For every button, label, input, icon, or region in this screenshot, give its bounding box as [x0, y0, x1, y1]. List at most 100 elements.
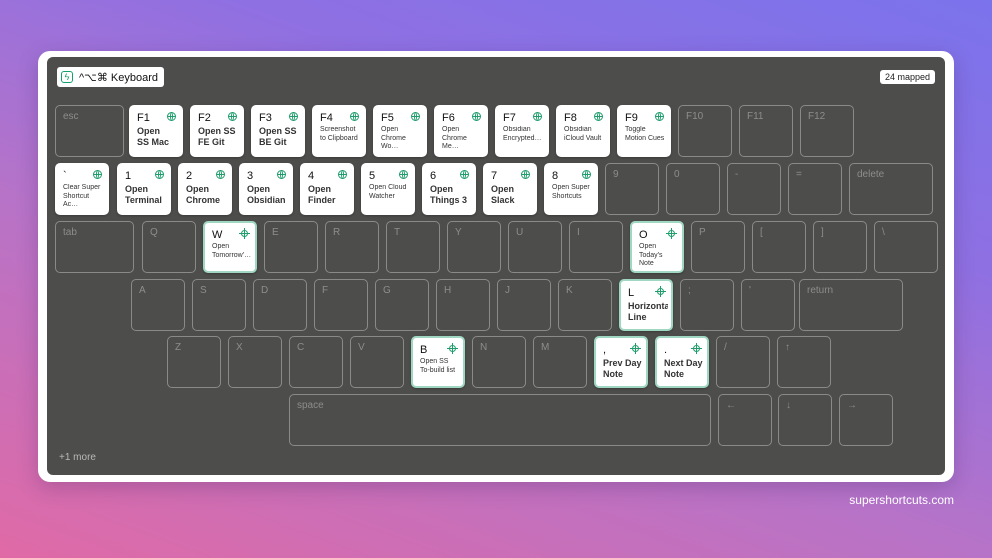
key-2[interactable]: 2 Open Chrome: [178, 163, 232, 215]
key-r[interactable]: R: [325, 221, 379, 273]
key-j[interactable]: J: [497, 279, 551, 331]
key-x[interactable]: X: [228, 336, 282, 388]
keyboard-title: ϟ ^⌥⌘ Keyboard: [57, 67, 164, 87]
key-label: -: [735, 169, 739, 180]
key-label: Y: [455, 227, 462, 238]
key-left-bracket[interactable]: [: [752, 221, 806, 273]
key-3[interactable]: 3 Open Obsidian: [239, 163, 293, 215]
key-label: M: [541, 342, 550, 353]
key-label: F: [322, 285, 329, 296]
key-period[interactable]: . Next Day Note: [655, 336, 709, 388]
key-y[interactable]: Y: [447, 221, 501, 273]
key-f5[interactable]: F5 Open Chrome Wo…: [373, 105, 427, 157]
key-return[interactable]: return: [799, 279, 903, 331]
key-action-label: Open Chrome: [186, 184, 221, 205]
key-backslash[interactable]: \: [874, 221, 938, 273]
key-k[interactable]: K: [558, 279, 612, 331]
key-slash[interactable]: /: [716, 336, 770, 388]
key-label: K: [566, 285, 573, 296]
key-z[interactable]: Z: [167, 336, 221, 388]
key-0[interactable]: 0: [666, 163, 720, 215]
key-action-label: Obsidian Encrypted…: [503, 126, 542, 142]
key-h[interactable]: H: [436, 279, 490, 331]
globe-icon: [155, 170, 164, 179]
key-action-label: Horizontal Line: [628, 301, 668, 322]
key-f6[interactable]: F6 Open Chrome Me…: [434, 105, 488, 157]
key-f2[interactable]: F2 Open SS FE Git: [190, 105, 244, 157]
key-esc[interactable]: esc: [55, 105, 124, 157]
key-f11[interactable]: F11: [739, 105, 793, 157]
key-label: T: [394, 227, 401, 238]
key-label: F8: [564, 112, 577, 124]
key-8[interactable]: 8 Open Super Shortcuts: [544, 163, 598, 215]
key-f12[interactable]: F12: [800, 105, 854, 157]
key-label: 8: [552, 170, 559, 182]
globe-icon: [594, 112, 603, 121]
key-label: 9: [613, 169, 619, 180]
key-semicolon[interactable]: ;: [680, 279, 734, 331]
key-label: 2: [186, 170, 193, 182]
key-label: 3: [247, 170, 254, 182]
key-p[interactable]: P: [691, 221, 745, 273]
key-label: F7: [503, 112, 516, 124]
key-1[interactable]: 1 Open Terminal: [117, 163, 171, 215]
key-t[interactable]: T: [386, 221, 440, 273]
key-minus[interactable]: -: [727, 163, 781, 215]
key-arrow-left[interactable]: ←: [718, 394, 772, 446]
key-tab[interactable]: tab: [55, 221, 134, 273]
key-delete[interactable]: delete: [849, 163, 933, 215]
key-f[interactable]: F: [314, 279, 368, 331]
globe-icon: [350, 112, 359, 121]
key-f10[interactable]: F10: [678, 105, 732, 157]
globe-icon: [655, 112, 664, 121]
key-u[interactable]: U: [508, 221, 562, 273]
key-6[interactable]: 6 Open Things 3: [422, 163, 476, 215]
key-c[interactable]: C: [289, 336, 343, 388]
key-e[interactable]: E: [264, 221, 318, 273]
key-label: E: [272, 227, 279, 238]
key-g[interactable]: G: [375, 279, 429, 331]
key-f8[interactable]: F8 Obsidian iCloud Vault: [556, 105, 610, 157]
key-quote[interactable]: ': [741, 279, 795, 331]
key-w[interactable]: W Open Tomorrow'…: [203, 221, 257, 273]
key-l[interactable]: L Horizontal Line: [619, 279, 673, 331]
globe-icon: [411, 112, 420, 121]
key-q[interactable]: Q: [142, 221, 196, 273]
key-arrow-up[interactable]: ↑: [777, 336, 831, 388]
key-label: X: [236, 342, 243, 353]
more-link[interactable]: +1 more: [59, 452, 96, 463]
key-comma[interactable]: , Prev Day Note: [594, 336, 648, 388]
key-9[interactable]: 9: [605, 163, 659, 215]
key-s[interactable]: S: [192, 279, 246, 331]
globe-icon: [167, 112, 176, 121]
key-v[interactable]: V: [350, 336, 404, 388]
key-space[interactable]: space: [289, 394, 711, 446]
key-m[interactable]: M: [533, 336, 587, 388]
key-f1[interactable]: F1 Open SS Mac: [129, 105, 183, 157]
key-o[interactable]: O Open Today's Note: [630, 221, 684, 273]
key-label: F11: [747, 111, 764, 122]
key-7[interactable]: 7 Open Slack: [483, 163, 537, 215]
key-label: P: [699, 227, 706, 238]
key-backtick[interactable]: ` Clear Super Shortcut Ac…: [55, 163, 109, 215]
key-4[interactable]: 4 Open Finder: [300, 163, 354, 215]
key-label: H: [444, 285, 452, 296]
key-arrow-right[interactable]: →: [839, 394, 893, 446]
key-d[interactable]: D: [253, 279, 307, 331]
key-a[interactable]: A: [131, 279, 185, 331]
key-i[interactable]: I: [569, 221, 623, 273]
key-action-label: Open Terminal: [125, 184, 162, 205]
key-label: B: [420, 344, 428, 356]
key-f9[interactable]: F9 Toggle Motion Cues: [617, 105, 671, 157]
key-b[interactable]: B Open SS To-build list: [411, 336, 465, 388]
key-arrow-down[interactable]: ↓: [778, 394, 832, 446]
key-label: `: [63, 170, 67, 182]
key-f4[interactable]: F4 Screenshot to Clipboard: [312, 105, 366, 157]
key-5[interactable]: 5 Open Cloud Watcher: [361, 163, 415, 215]
key-equals[interactable]: =: [788, 163, 842, 215]
key-n[interactable]: N: [472, 336, 526, 388]
key-right-bracket[interactable]: ]: [813, 221, 867, 273]
key-f7[interactable]: F7 Obsidian Encrypted…: [495, 105, 549, 157]
key-f3[interactable]: F3 Open SS BE Git: [251, 105, 305, 157]
key-label: G: [383, 285, 391, 296]
